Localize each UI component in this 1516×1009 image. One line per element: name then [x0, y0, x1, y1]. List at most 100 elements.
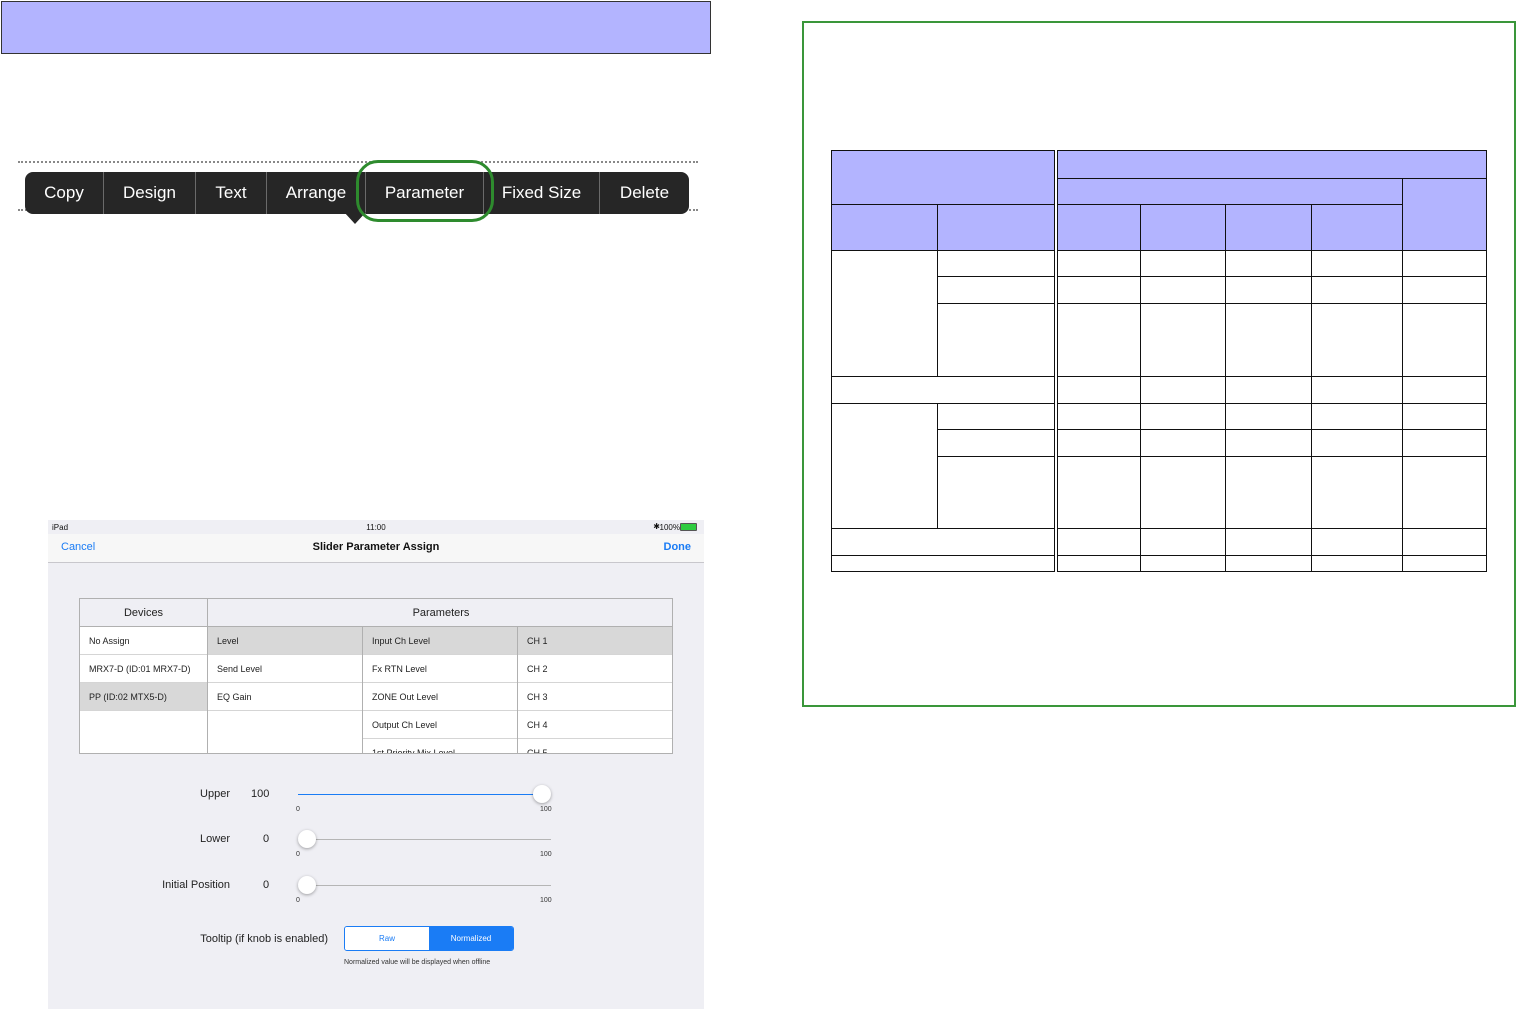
delete-menu-item[interactable]: Delete	[600, 172, 689, 214]
context-menu: Copy Design Text Arrange Parameter Fixed…	[25, 172, 689, 214]
table-header-cell	[1057, 150, 1487, 179]
table-cell	[1225, 456, 1312, 529]
parameter-type-column: Input Ch Level Fx RTN Level ZONE Out Lev…	[363, 627, 518, 754]
table-cell	[1311, 429, 1403, 457]
table-cell	[1225, 250, 1312, 277]
table-header-cell	[1402, 178, 1487, 251]
table-cell	[1311, 403, 1403, 430]
table-cell	[1140, 456, 1226, 529]
table-cell	[1140, 403, 1226, 430]
device-row-selected[interactable]: PP (ID:02 MTX5-D)	[80, 683, 207, 711]
table-cell	[1225, 403, 1312, 430]
normalized-option[interactable]: Normalized	[429, 927, 513, 950]
table-cell	[1402, 555, 1487, 572]
table-cell	[1402, 456, 1487, 529]
nav-bar: Slider Parameter Assign Cancel Done	[48, 534, 704, 563]
initial-position-slider[interactable]	[298, 876, 551, 894]
table-cell	[1311, 555, 1403, 572]
device-row[interactable]: MRX7-D (ID:01 MRX7-D)	[80, 655, 207, 683]
table-group-cell	[831, 403, 938, 529]
table-header-cell	[1225, 204, 1312, 251]
table-cell	[1402, 403, 1487, 430]
table-cell	[1057, 276, 1141, 304]
channel-column: CH 1 CH 2 CH 3 CH 4 CH 5	[518, 627, 672, 754]
table-header-cell	[1057, 204, 1141, 251]
table-cell	[1311, 528, 1403, 556]
text-menu-item[interactable]: Text	[196, 172, 267, 214]
parameter-category[interactable]: EQ Gain	[208, 683, 362, 711]
slider-min-label: 0	[296, 806, 300, 813]
table-cell	[1140, 250, 1226, 277]
initial-position-value: 0	[263, 879, 270, 891]
battery-icon	[680, 523, 697, 531]
table-cell	[1140, 429, 1226, 457]
devices-column: Devices No Assign MRX7-D (ID:01 MRX7-D) …	[80, 599, 208, 753]
clock: 11:00	[366, 523, 386, 532]
table-cell	[1225, 555, 1312, 572]
parameter-category-selected[interactable]: Level	[208, 627, 362, 655]
tooltip-label: Tooltip (if knob is enabled)	[200, 933, 328, 945]
table-cell	[1311, 303, 1403, 377]
parameter-type[interactable]: ZONE Out Level	[363, 683, 517, 711]
table-cell	[1140, 528, 1226, 556]
table-cell	[937, 403, 1055, 430]
table-cell	[1225, 303, 1312, 377]
table-cell	[1402, 376, 1487, 404]
parameters-header-wrap: Parameters	[208, 599, 672, 627]
raw-option[interactable]: Raw	[345, 927, 429, 950]
ipad-screen: iPad 11:00 ✱ 100% Slider Parameter Assig…	[48, 520, 704, 1009]
parameter-category-column: Level Send Level EQ Gain	[208, 627, 363, 753]
fixed-size-menu-item[interactable]: Fixed Size	[484, 172, 600, 214]
design-menu-item[interactable]: Design	[104, 172, 196, 214]
table-cell	[1057, 429, 1141, 457]
table-header-cell	[937, 204, 1055, 251]
parameter-table: Devices No Assign MRX7-D (ID:01 MRX7-D) …	[79, 598, 673, 754]
upper-label: Upper	[200, 788, 230, 800]
slider-knob[interactable]	[298, 830, 316, 848]
parameter-menu-item[interactable]: Parameter	[366, 172, 484, 214]
table-header-cell	[831, 150, 1055, 205]
table-cell	[1225, 276, 1312, 304]
lower-label: Lower	[200, 833, 230, 845]
cancel-button[interactable]: Cancel	[61, 541, 95, 553]
channel[interactable]: CH 3	[518, 683, 672, 711]
arrange-menu-item[interactable]: Arrange	[267, 172, 366, 214]
menu-pointer-arrow	[344, 212, 366, 224]
table-cell	[1057, 376, 1141, 404]
table-cell	[1140, 555, 1226, 572]
table-row-cell	[831, 555, 1055, 572]
slider-max-label: 100	[540, 806, 552, 813]
slider-min-label: 0	[296, 897, 300, 904]
lower-slider[interactable]	[298, 830, 551, 848]
selection-guide-top	[18, 161, 698, 163]
channel[interactable]: CH 5	[518, 739, 672, 754]
channel-selected[interactable]: CH 1	[518, 627, 672, 655]
copy-menu-item[interactable]: Copy	[25, 172, 104, 214]
table-cell	[937, 250, 1055, 277]
battery-percent: 100%	[659, 523, 680, 532]
table-header-cell	[1057, 178, 1403, 205]
parameter-type[interactable]: Fx RTN Level	[363, 655, 517, 683]
header-banner	[1, 1, 711, 54]
table-cell	[1225, 429, 1312, 457]
parameter-type-selected[interactable]: Input Ch Level	[363, 627, 517, 655]
table-row-cell	[831, 528, 1055, 556]
channel[interactable]: CH 2	[518, 655, 672, 683]
tooltip-segmented-control: Raw Normalized	[344, 926, 514, 951]
parameter-type[interactable]: Output Ch Level	[363, 711, 517, 739]
device-row[interactable]: No Assign	[80, 627, 207, 655]
initial-position-label: Initial Position	[162, 879, 230, 891]
channel[interactable]: CH 4	[518, 711, 672, 739]
lower-value: 0	[263, 833, 270, 845]
parameter-category[interactable]: Send Level	[208, 655, 362, 683]
table-cell	[1225, 376, 1312, 404]
done-button[interactable]: Done	[664, 541, 692, 553]
slider-knob[interactable]	[298, 876, 316, 894]
slider-max-label: 100	[540, 897, 552, 904]
parameter-type[interactable]: 1st Priority Mix Level	[363, 739, 517, 754]
table-header-cell	[831, 204, 938, 251]
upper-slider[interactable]	[298, 785, 551, 803]
slider-min-label: 0	[296, 851, 300, 858]
slider-knob[interactable]	[533, 785, 551, 803]
table-cell	[937, 303, 1055, 377]
